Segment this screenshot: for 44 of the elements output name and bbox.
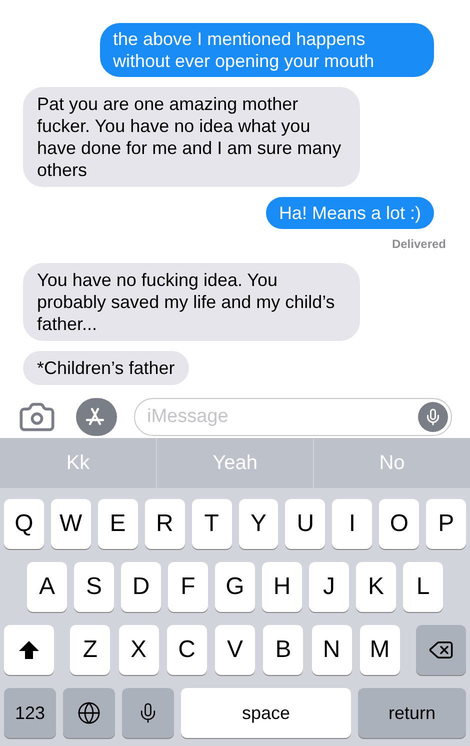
received-message-bubble: You have no fucking idea. You probably saved my life and my child’s father...: [23, 263, 360, 341]
key[interactable]: Z: [70, 625, 110, 675]
return-key[interactable]: return: [358, 688, 466, 738]
key[interactable]: D: [121, 562, 161, 612]
key[interactable]: P: [426, 499, 466, 549]
key[interactable]: V: [215, 625, 255, 675]
globe-key[interactable]: [63, 688, 115, 738]
received-message-bubble: *Children’s father: [23, 351, 189, 385]
sent-message-bubble: the above I mentioned happens without ever opening your mouth: [100, 23, 434, 77]
shift-arrow-icon: [18, 640, 40, 660]
key[interactable]: O: [379, 499, 420, 549]
key[interactable]: N: [312, 625, 352, 675]
key[interactable]: W: [50, 499, 91, 549]
key[interactable]: T: [192, 499, 232, 549]
key[interactable]: J: [309, 562, 349, 612]
key[interactable]: X: [118, 625, 158, 675]
dictation-key[interactable]: [122, 688, 174, 738]
key[interactable]: G: [215, 562, 255, 612]
key[interactable]: R: [144, 499, 185, 549]
key[interactable]: B: [263, 625, 304, 675]
key[interactable]: K: [356, 562, 396, 612]
backspace-key[interactable]: [416, 625, 466, 675]
key[interactable]: S: [74, 562, 114, 612]
key[interactable]: A: [27, 562, 67, 612]
key[interactable]: M: [360, 625, 400, 675]
key[interactable]: C: [166, 625, 207, 675]
microphone-icon[interactable]: [418, 402, 448, 432]
globe-icon: [77, 701, 101, 725]
key[interactable]: E: [98, 499, 138, 549]
app-store-icon[interactable]: [76, 398, 114, 436]
key[interactable]: Q: [4, 499, 44, 549]
shift-key[interactable]: [4, 625, 54, 675]
key[interactable]: H: [262, 562, 302, 612]
message-input-field[interactable]: iMessage: [134, 398, 452, 436]
key[interactable]: F: [168, 562, 208, 612]
key[interactable]: U: [285, 499, 326, 549]
key[interactable]: I: [332, 499, 372, 549]
numbers-key[interactable]: 123: [4, 688, 56, 738]
sent-message-bubble: Ha! Means a lot :): [266, 197, 434, 229]
key[interactable]: L: [403, 562, 443, 612]
space-key[interactable]: space: [181, 688, 351, 738]
key[interactable]: Y: [238, 499, 278, 549]
received-message-bubble: Pat you are one amazing mother fucker. You have no idea what you have done for me and I am sure many others: [23, 87, 360, 187]
delivered-status: Delivered: [392, 236, 446, 253]
